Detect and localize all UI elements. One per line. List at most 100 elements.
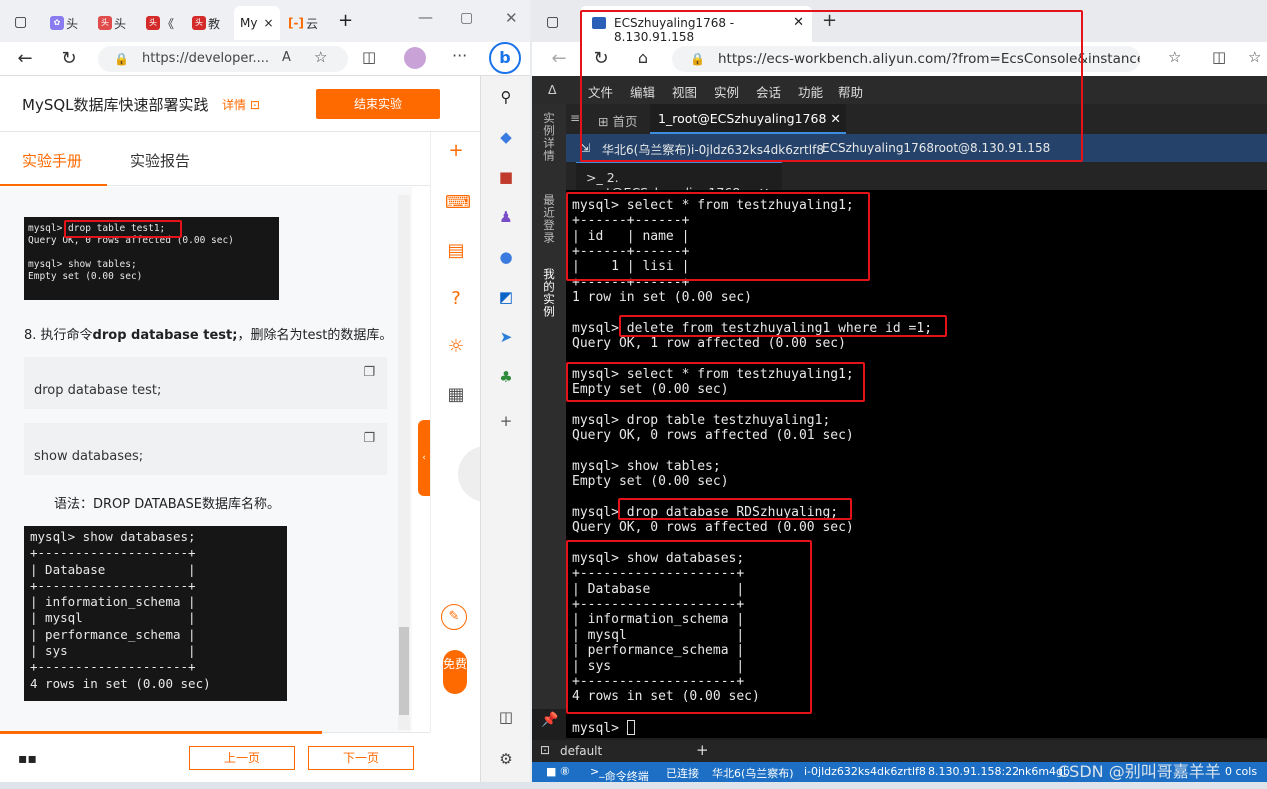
terminal-line: mysql> show databases; xyxy=(30,529,196,544)
tab-session-2[interactable]: >_ 2. root@ECSzhuyaling1768:~ ✕ xyxy=(576,162,782,200)
rail-instance-detail[interactable]: 实例详情 xyxy=(541,112,557,162)
status-region: 华北6(乌兰察布) xyxy=(712,767,794,780)
tab-2-label: 头 xyxy=(114,16,127,31)
rail-recent-login[interactable]: 最近登录 xyxy=(541,194,557,244)
tab-manual[interactable]: 实验手册 xyxy=(22,150,82,171)
step-command: drop database test; xyxy=(92,328,238,343)
tab-actions-icon-2[interactable]: ▢ xyxy=(546,14,559,30)
terminal-icon[interactable]: ⌨ xyxy=(445,192,471,213)
toolbox-icon[interactable]: ■ xyxy=(496,168,516,188)
url-field[interactable]: 🔒 https://developer.... xyxy=(98,46,348,72)
workbench-rail: 实例详情 最近登录 我的实例 xyxy=(532,104,566,709)
sidebar-toggle-icon[interactable]: ◫ xyxy=(496,708,516,728)
favorite-icon[interactable]: ☆ xyxy=(314,48,327,66)
close-icon[interactable]: × xyxy=(263,16,273,30)
tab-actions-icon[interactable]: ▢ xyxy=(14,14,27,30)
highlight-select-empty xyxy=(566,362,865,402)
read-aloud-icon[interactable]: A xyxy=(282,50,291,65)
office-icon[interactable]: ● xyxy=(496,248,516,268)
help-icon[interactable]: ? xyxy=(445,288,467,309)
tab-3[interactable]: 头《 xyxy=(146,12,174,34)
add-terminal-icon[interactable]: + xyxy=(696,741,709,759)
games-icon[interactable]: ♟ xyxy=(496,208,516,228)
tab-2[interactable]: 头头 xyxy=(98,12,126,34)
terminal-line: | mysql | xyxy=(30,610,196,626)
lab-content: mysql> drop table test1; Query OK, 0 rows… xyxy=(0,187,412,732)
copy-icon[interactable]: ❐ xyxy=(363,365,375,380)
rail-my-instances[interactable]: 我的实例 xyxy=(541,268,557,318)
window-close-icon[interactable]: ✕ xyxy=(505,9,518,27)
detail-link-label: 详情 xyxy=(222,98,247,112)
tab-default[interactable]: default xyxy=(560,744,602,758)
tab-3-label: 《 xyxy=(162,16,175,31)
paw-icon: ✿ xyxy=(50,16,64,30)
terminal-line: 1 row in set (0.00 sec) xyxy=(572,290,753,306)
bulb-icon[interactable]: ☼ xyxy=(445,336,467,357)
highlight-show-db xyxy=(566,540,812,714)
detail-link[interactable]: 详情 ⊡ xyxy=(222,96,260,113)
terminal-line: Empty set (0.00 sec) xyxy=(572,474,729,490)
left-tab-bar: ▢ ✿ 头 头头 头《 头教 My × [-] 云 + — ▢ ✕ xyxy=(0,0,530,42)
bing-icon[interactable]: b xyxy=(489,42,521,74)
terminal-line: | Database | xyxy=(30,561,196,577)
split-screen-icon[interactable]: ◫ xyxy=(362,48,376,66)
tab-4[interactable]: 头教 xyxy=(192,12,220,34)
back-icon-2[interactable]: ← xyxy=(548,48,570,69)
terminal-line: mysql> xyxy=(572,719,635,736)
tree-icon[interactable]: ♣ xyxy=(496,368,516,388)
status-instance: i-0jldz632ks4dk6zrtlf8 xyxy=(804,765,926,778)
tab-active[interactable]: My × xyxy=(234,6,280,40)
minimize-icon[interactable]: — xyxy=(418,8,433,26)
maximize-icon[interactable]: ▢ xyxy=(460,10,473,26)
highlight-delete xyxy=(619,315,947,337)
collapse-tab[interactable]: ‹ xyxy=(418,420,430,496)
terminal-line: +--------------------+ xyxy=(30,577,196,593)
free-button[interactable]: 免费 xyxy=(443,650,467,694)
favorites-bar-icon[interactable]: ☆ xyxy=(1248,48,1261,66)
prev-page-button[interactable]: 上一页 xyxy=(189,746,295,770)
refresh-icon[interactable]: ↻ xyxy=(58,48,80,69)
edit-icon[interactable]: ✎ xyxy=(441,604,467,630)
active-tab-underline xyxy=(0,184,107,186)
news-icon-2: 头 xyxy=(192,16,206,30)
qrcode-icon[interactable]: ▦ xyxy=(445,384,467,405)
copy-icon-2[interactable]: ❐ xyxy=(363,431,375,446)
terminal-screenshot-2: mysql> show databases; +-----------------… xyxy=(24,526,287,701)
terminal-line: mysql> drop table testzhuyaling1; xyxy=(572,412,831,428)
tag-icon[interactable]: ◆ xyxy=(496,128,516,148)
highlight-browser-header xyxy=(580,10,1083,162)
calendar-icon[interactable]: ▤ xyxy=(445,240,467,261)
more-icon[interactable]: ··· xyxy=(452,46,467,65)
left-address-bar: ← ↻ 🔒 https://developer.... A ☆ ◫ ··· xyxy=(0,42,530,76)
new-tab-icon[interactable]: + xyxy=(338,10,353,31)
tab-report[interactable]: 实验报告 xyxy=(130,150,190,171)
grid-icon[interactable]: ▪▪ xyxy=(18,751,37,767)
page-right-rail: + ⌨ ▤ ? ☼ ▦ xyxy=(430,132,480,732)
scrollbar-thumb[interactable] xyxy=(399,627,409,715)
terminal-line: mysql> show tables; xyxy=(28,258,137,270)
outlook-icon[interactable]: ◩ xyxy=(496,288,516,308)
avatar[interactable] xyxy=(404,47,426,69)
search-icon[interactable]: ⚲ xyxy=(496,88,516,108)
scrollbar[interactable] xyxy=(398,195,410,730)
list-icon[interactable]: ≡ xyxy=(570,111,580,125)
pin-icon[interactable]: 📌 xyxy=(541,712,558,728)
status-connected: 已连接 xyxy=(666,767,699,780)
favorite-icon-2[interactable]: ☆ xyxy=(1168,48,1181,66)
syntax-text: 语法：DROP DATABASE数据库名称。 xyxy=(54,497,281,512)
highlight-select xyxy=(566,192,870,281)
next-page-button[interactable]: 下一页 xyxy=(308,746,414,770)
terminal-line: Query OK, 0 rows affected (0.01 sec) xyxy=(572,428,854,444)
send-icon[interactable]: ➤ xyxy=(496,328,516,348)
tab-1[interactable]: ✿ 头 xyxy=(50,12,78,34)
add-app-icon[interactable]: + xyxy=(496,412,516,432)
code-2: show databases; xyxy=(34,449,144,464)
settings-icon[interactable]: ⚙ xyxy=(496,750,516,770)
tab-6[interactable]: [-] 云 xyxy=(288,12,318,34)
end-lab-button[interactable]: 结束实验 xyxy=(316,89,440,119)
back-icon[interactable]: ← xyxy=(14,48,36,69)
split-screen-icon-2[interactable]: ◫ xyxy=(1212,48,1226,66)
add-icon[interactable]: + xyxy=(445,140,467,161)
url-text: https://developer.... xyxy=(142,51,270,66)
